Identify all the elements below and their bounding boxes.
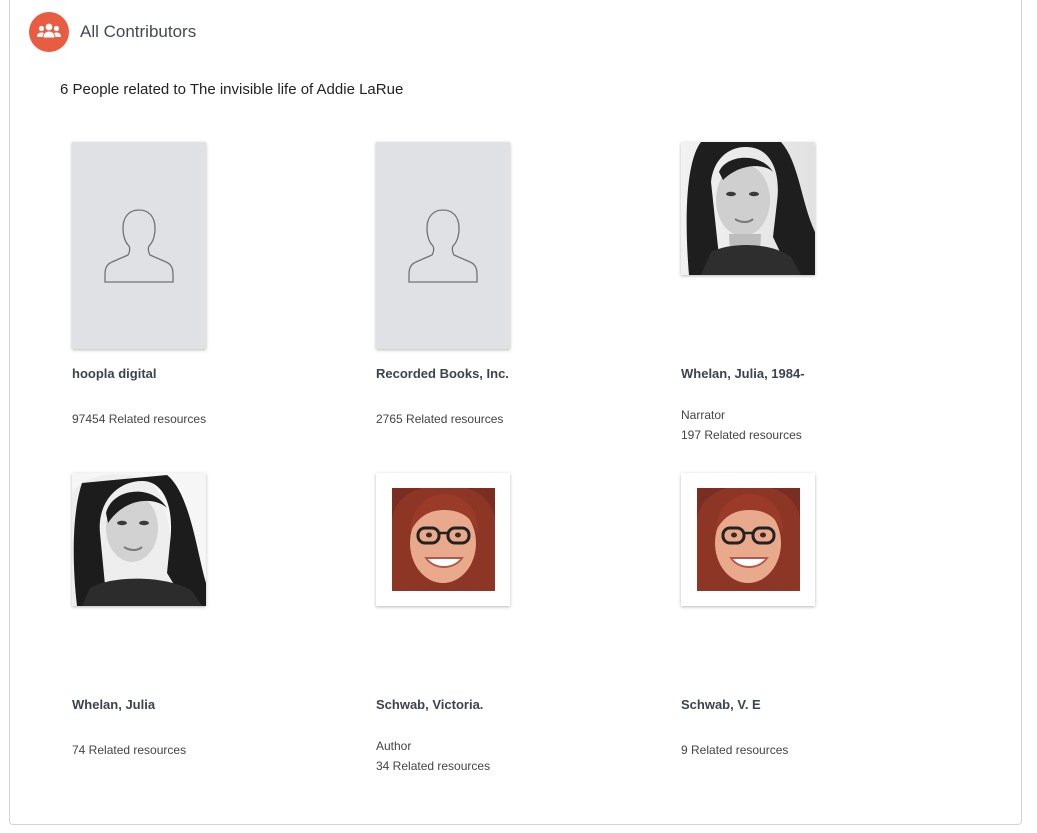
related-resources-count: 97454 Related resources [72,412,207,426]
panel-title: All Contributors [80,22,197,41]
related-resources-count: 197 Related resources [681,428,802,442]
portrait-photo [72,473,206,606]
contributor-thumbnail[interactable] [376,142,510,349]
contributor-role: Author [376,739,412,753]
related-resources-count: 2765 Related resources [376,412,504,426]
person-silhouette-icon [408,208,478,283]
contributor-name[interactable]: Schwab, V. E [681,697,761,712]
contributor-thumbnail[interactable] [72,473,206,606]
contributors-panel: All Contributors 6 People related to The… [9,0,1022,825]
contributor-thumbnail[interactable] [681,473,815,606]
contributor-thumbnail[interactable] [376,473,510,606]
contributor-thumbnail[interactable] [72,142,206,349]
portrait-photo [696,488,800,591]
related-resources-count: 34 Related resources [376,759,491,773]
contributor-name[interactable]: Whelan, Julia [72,697,155,712]
contributor-name[interactable]: hoopla digital [72,366,157,381]
related-resources-count: 9 Related resources [681,743,789,757]
people-group-icon [29,12,69,52]
portrait-photo [391,488,495,591]
contributor-name[interactable]: Schwab, Victoria. [376,697,483,712]
contributor-thumbnail[interactable] [681,142,815,275]
person-silhouette-icon [104,208,174,283]
contributor-name[interactable]: Whelan, Julia, 1984- [681,366,805,381]
panel-header: All Contributors [29,12,196,52]
results-summary: 6 People related to The invisible life o… [60,81,404,98]
contributor-role: Narrator [681,408,726,422]
contributor-name[interactable]: Recorded Books, Inc. [376,366,509,381]
related-resources-count: 74 Related resources [72,743,187,757]
portrait-photo [681,142,815,275]
